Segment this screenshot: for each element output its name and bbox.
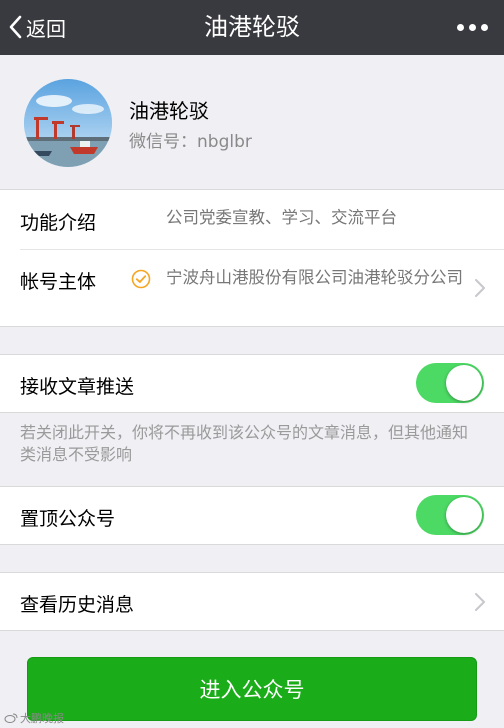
avatar[interactable]	[24, 79, 112, 167]
pin-label: 置顶公众号	[20, 508, 116, 530]
harbor-photo-icon	[24, 79, 112, 167]
profile-header: 油港轮驳 微信号：nbglbr	[0, 55, 504, 190]
watermark-text: 大鹏晚报	[20, 712, 64, 725]
back-label: 返回	[26, 16, 66, 41]
wechat-id: 微信号：nbglbr	[129, 132, 252, 152]
toggle-knob	[446, 497, 482, 533]
push-toggle[interactable]	[416, 363, 484, 403]
page-title: 油港轮驳	[204, 13, 300, 41]
pin-group: 置顶公众号	[0, 486, 504, 545]
push-label: 接收文章推送	[20, 376, 135, 398]
verified-badge-icon	[131, 269, 151, 289]
push-hint: 若关闭此开关，你将不再收到该公众号的文章消息，但其他通知类消息不受影响	[20, 423, 469, 464]
weibo-logo-icon	[4, 713, 18, 723]
push-group: 接收文章推送	[0, 354, 504, 413]
owner-row[interactable]: 帐号主体 宁波舟山港股份有限公司油港轮驳分公司	[0, 249, 504, 326]
nav-bar: 返回 油港轮驳	[0, 0, 504, 55]
account-name: 油港轮驳	[129, 99, 209, 123]
intro-row: 功能介绍 公司党委宣教、学习、交流平台	[0, 190, 504, 249]
chevron-left-icon	[9, 15, 22, 39]
pin-row: 置顶公众号	[0, 487, 504, 544]
enter-account-button[interactable]: 进入公众号	[27, 657, 477, 721]
history-group: 查看历史消息	[0, 572, 504, 631]
pin-toggle[interactable]	[416, 495, 484, 535]
owner-value: 宁波舟山港股份有限公司油港轮驳分公司	[166, 268, 463, 287]
chevron-right-icon	[475, 279, 485, 297]
chevron-right-icon	[475, 593, 485, 611]
history-row[interactable]: 查看历史消息	[0, 573, 504, 630]
info-group: 功能介绍 公司党委宣教、学习、交流平台 帐号主体 宁波舟山港股份有限公司油港轮驳…	[0, 189, 504, 327]
intro-label: 功能介绍	[20, 212, 97, 234]
more-dots-icon	[456, 23, 464, 31]
history-label: 查看历史消息	[20, 594, 135, 616]
intro-value: 公司党委宣教、学习、交流平台	[166, 208, 397, 227]
toggle-knob	[446, 365, 482, 401]
more-button[interactable]	[452, 14, 492, 40]
watermark: 大鹏晚报	[4, 710, 64, 726]
back-button[interactable]: 返回	[8, 8, 66, 46]
owner-label: 帐号主体	[20, 271, 97, 293]
push-row: 接收文章推送	[0, 355, 504, 412]
